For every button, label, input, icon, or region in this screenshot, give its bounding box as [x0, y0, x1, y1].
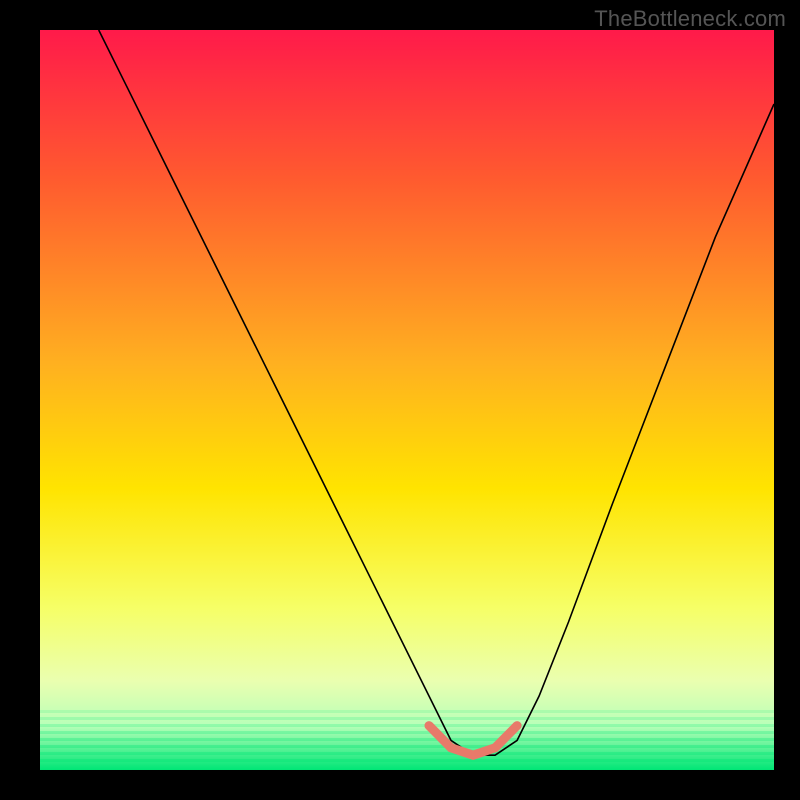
chart-frame: TheBottleneck.com [0, 0, 800, 800]
watermark-label: TheBottleneck.com [594, 6, 786, 32]
plot-background [40, 30, 774, 770]
bottleneck-chart [0, 0, 800, 800]
